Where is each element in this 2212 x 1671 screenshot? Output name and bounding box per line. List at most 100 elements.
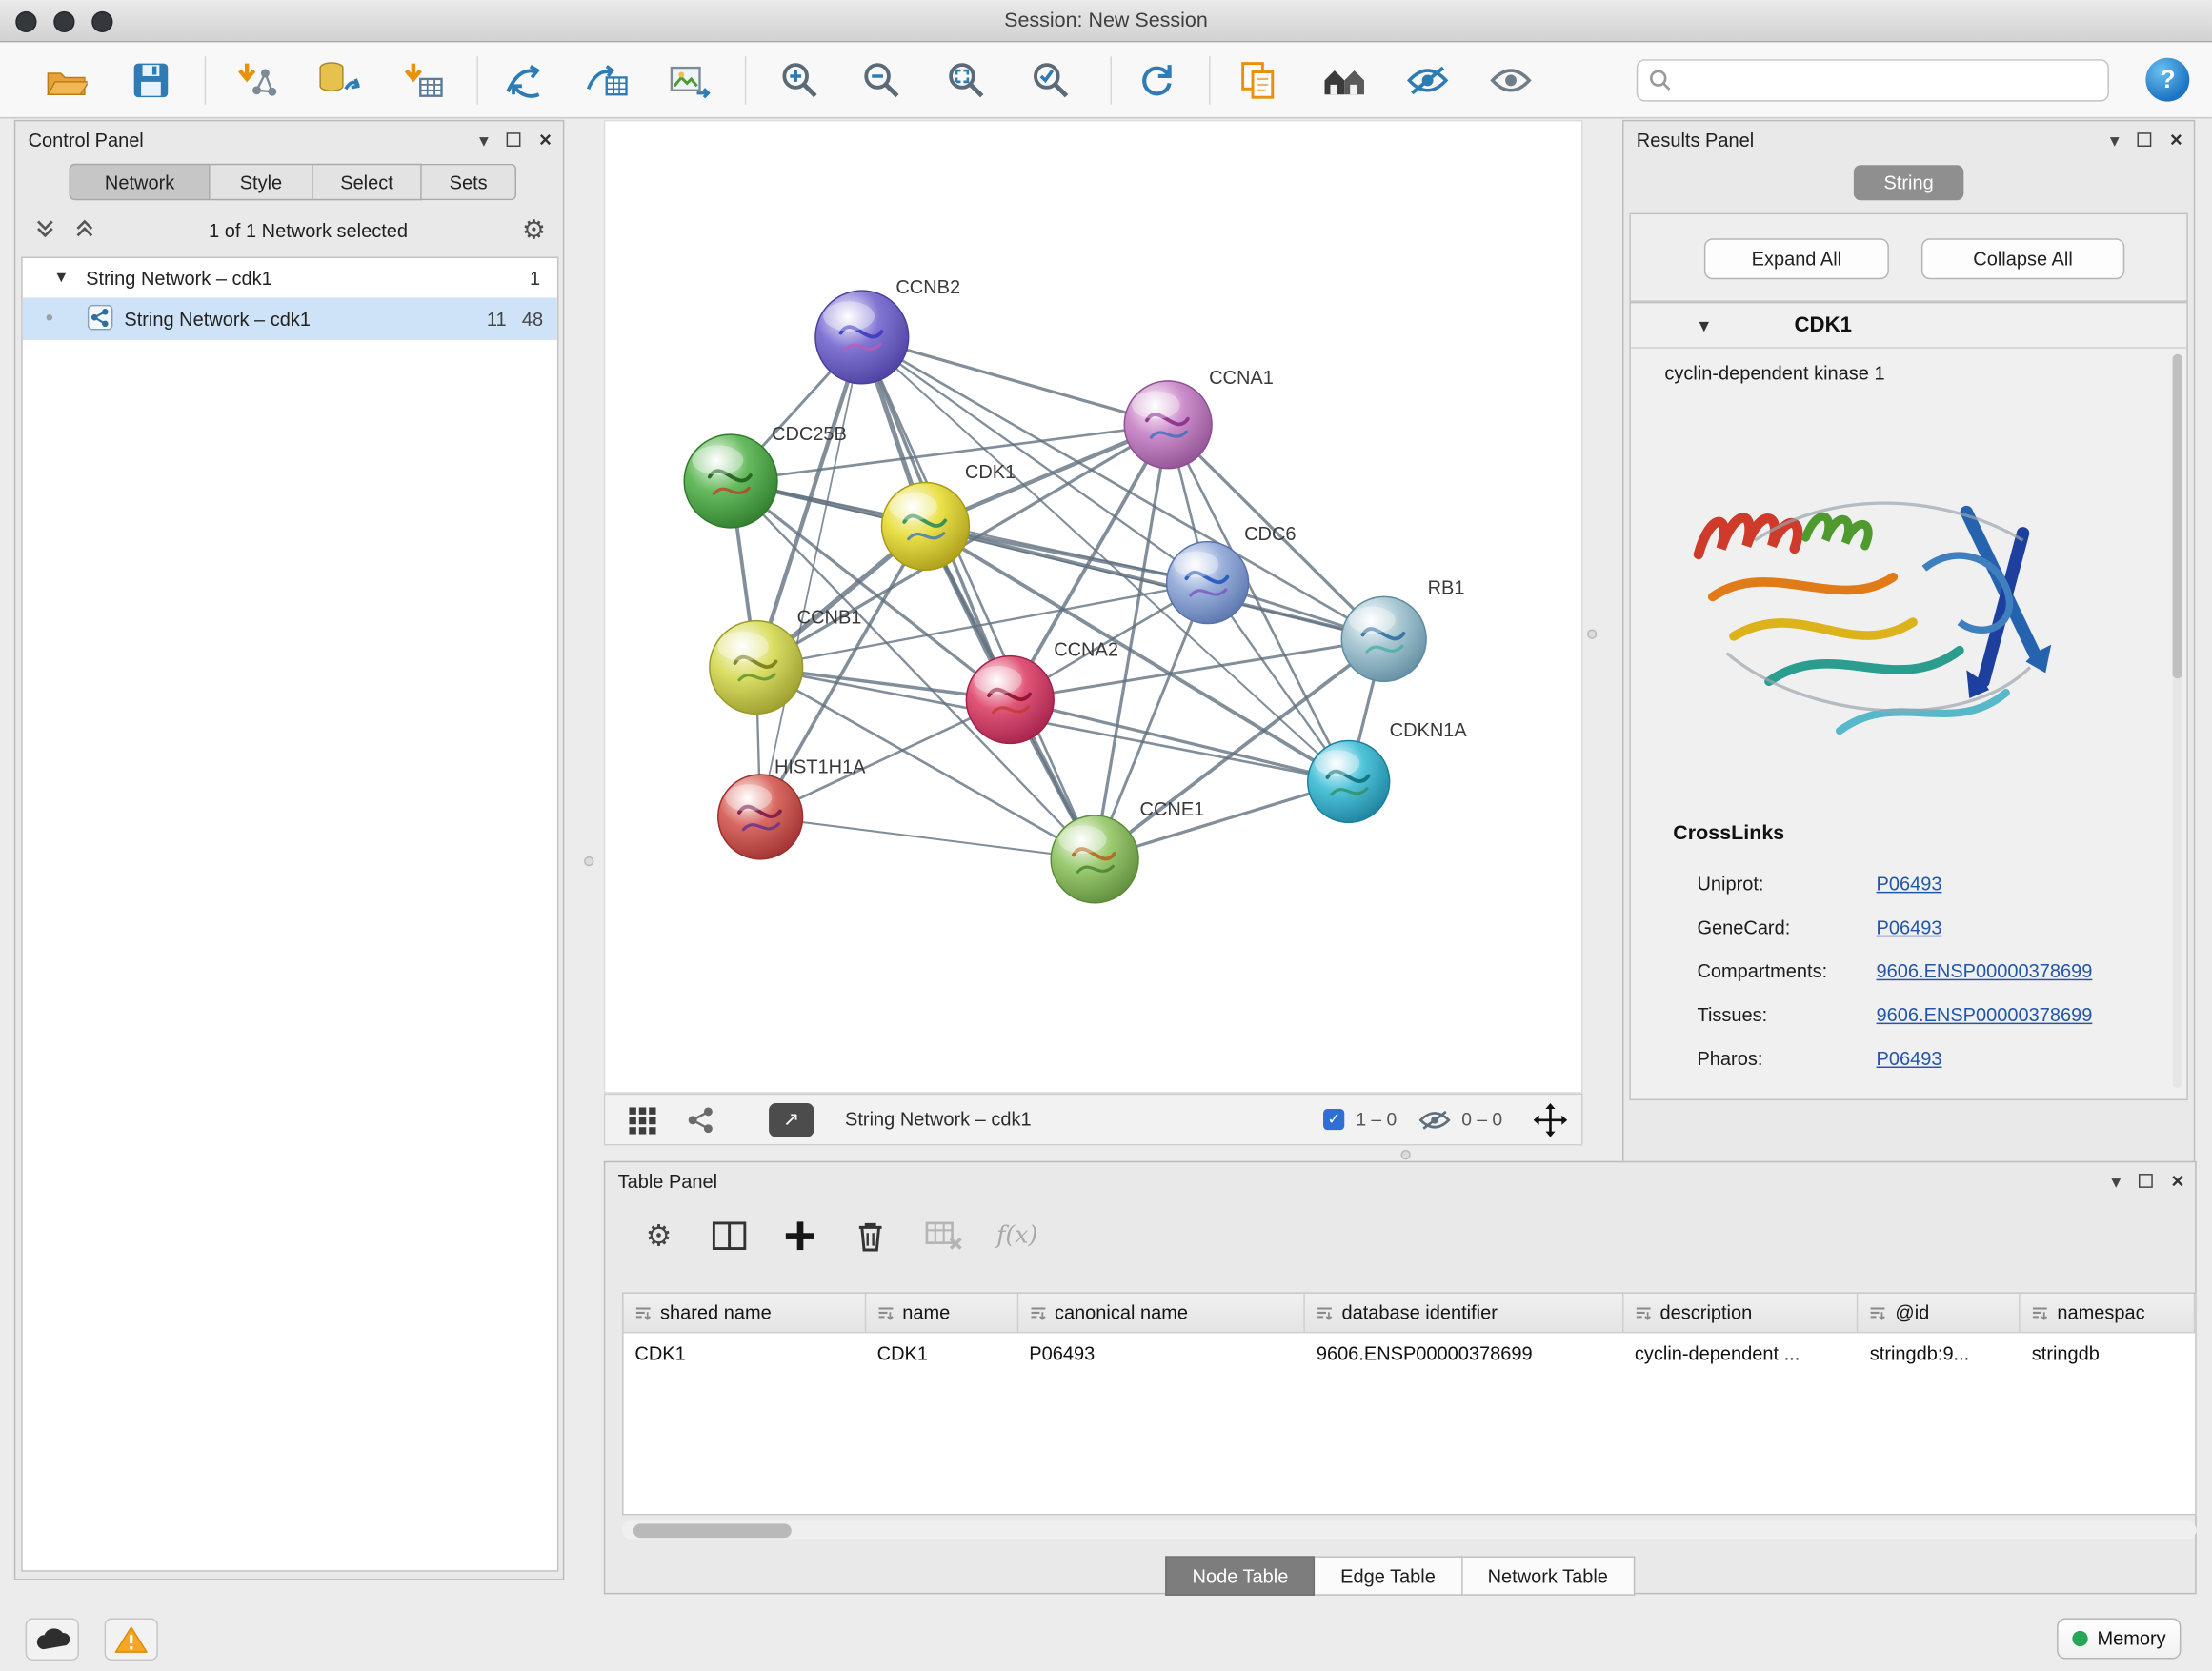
panel-float-icon[interactable] xyxy=(2138,132,2152,147)
node-CDC25B[interactable] xyxy=(684,434,777,528)
zoom-in-button[interactable] xyxy=(772,55,828,106)
open-session-button[interactable] xyxy=(38,55,94,106)
collapse-all-networks-icon[interactable] xyxy=(35,218,55,242)
table-options-button[interactable]: ⚙ xyxy=(631,1211,687,1261)
panel-menu-icon[interactable]: ▾ xyxy=(479,131,489,149)
panel-close-icon[interactable]: × xyxy=(539,129,552,150)
edge-CCNB2-CCNE1[interactable] xyxy=(862,337,1095,859)
zoom-selected-button[interactable] xyxy=(1023,55,1079,106)
node-CDC6[interactable] xyxy=(1167,542,1249,624)
network-row-selected[interactable]: ● String Network – cdk1 11 48 xyxy=(23,297,557,339)
zoom-fit-button[interactable] xyxy=(938,55,995,106)
home-button[interactable] xyxy=(1317,55,1373,106)
panel-float-icon[interactable] xyxy=(2139,1174,2153,1188)
tab-sets[interactable]: Sets xyxy=(422,164,516,201)
network-graph[interactable]: CCNB2CCNA1CDC25BCDK1CDC6RB1CCNB1CCNA2CDK… xyxy=(605,121,1581,1092)
delete-table-button[interactable] xyxy=(915,1211,972,1261)
pan-crosshair-icon[interactable] xyxy=(1534,1102,1568,1137)
selected-items-checkbox[interactable]: ✓ xyxy=(1323,1109,1344,1130)
crosslink-value-link[interactable]: 9606.ENSP00000378699 xyxy=(1877,960,2093,981)
show-all-button[interactable] xyxy=(1482,55,1538,106)
detach-view-button[interactable]: ↗ xyxy=(769,1102,814,1137)
tab-select[interactable]: Select xyxy=(313,164,422,201)
network-options-gear-icon[interactable]: ⚙ xyxy=(522,216,546,243)
node-CDKN1A[interactable] xyxy=(1308,740,1390,822)
node-RB1[interactable] xyxy=(1341,596,1426,681)
edge-CCNB2-HIST1H1A[interactable] xyxy=(760,337,862,816)
panel-close-icon[interactable]: × xyxy=(2170,129,2182,150)
save-session-button[interactable] xyxy=(123,55,179,106)
grid-view-button[interactable] xyxy=(622,1101,661,1138)
show-columns-button[interactable] xyxy=(701,1211,757,1261)
node-HIST1H1A[interactable] xyxy=(718,775,803,859)
column-header-canonical-name[interactable]: canonical name xyxy=(1017,1294,1305,1332)
birdseye-view-button[interactable] xyxy=(681,1101,720,1138)
function-builder-button[interactable]: f(x) xyxy=(989,1211,1045,1261)
zoom-out-button[interactable] xyxy=(854,55,910,106)
right-splitter-handle[interactable] xyxy=(1587,629,1597,638)
memory-button[interactable]: Memory xyxy=(2057,1619,2181,1660)
export-image-button[interactable] xyxy=(662,55,718,106)
import-network-database-button[interactable] xyxy=(311,55,367,106)
delete-column-button[interactable] xyxy=(842,1211,898,1261)
refresh-button[interactable] xyxy=(1129,55,1185,106)
tab-edge-table[interactable]: Edge Table xyxy=(1315,1556,1461,1595)
cdk1-section-header[interactable]: ▼ CDK1 xyxy=(1631,303,2186,348)
hide-selected-button[interactable] xyxy=(1399,55,1456,106)
table-horizontal-scrollbar[interactable] xyxy=(622,1520,2197,1539)
collection-collapse-icon[interactable]: ▼ xyxy=(53,270,69,287)
left-splitter-handle[interactable] xyxy=(584,856,593,866)
tab-network[interactable]: Network xyxy=(70,164,211,201)
column-header--id[interactable]: @id xyxy=(1859,1294,2021,1332)
node-CCNA2[interactable] xyxy=(966,656,1054,744)
warnings-button[interactable] xyxy=(105,1619,158,1661)
tab-style[interactable]: Style xyxy=(211,164,313,201)
crosslink-value-link[interactable]: 9606.ENSP00000378699 xyxy=(1877,1004,2093,1025)
edge-CCNA2-CDKN1A[interactable] xyxy=(1010,700,1348,782)
results-scrollbar[interactable] xyxy=(2173,354,2182,1088)
table-cell: CDK1 xyxy=(866,1333,1018,1372)
crosslink-value-link[interactable]: P06493 xyxy=(1877,917,1942,938)
new-network-table-button[interactable] xyxy=(578,55,634,106)
column-header-description[interactable]: description xyxy=(1623,1294,1859,1332)
crosslink-label: Pharos: xyxy=(1697,1048,1876,1069)
crosslink-value-link[interactable]: P06493 xyxy=(1877,1048,1942,1069)
tab-string[interactable]: String xyxy=(1854,165,1964,200)
edge-HIST1H1A-CCNE1[interactable] xyxy=(760,816,1095,858)
network-collection-row[interactable]: ▼ String Network – cdk1 1 xyxy=(23,258,557,297)
column-header-name[interactable]: name xyxy=(866,1294,1018,1332)
cloud-button[interactable] xyxy=(26,1619,79,1661)
column-header-database-identifier[interactable]: database identifier xyxy=(1305,1294,1623,1332)
import-table-file-button[interactable] xyxy=(395,55,452,106)
panel-menu-icon[interactable]: ▾ xyxy=(2110,131,2120,149)
column-header-shared-name[interactable]: shared name xyxy=(624,1294,866,1332)
help-button[interactable]: ? xyxy=(2145,58,2189,102)
node-CCNB1[interactable] xyxy=(710,621,803,715)
panel-close-icon[interactable]: × xyxy=(2171,1170,2183,1191)
expand-all-button[interactable]: Expand All xyxy=(1704,238,1889,279)
new-network-from-selection-button[interactable] xyxy=(495,55,552,106)
panel-menu-icon[interactable]: ▾ xyxy=(2111,1172,2121,1190)
import-network-file-button[interactable] xyxy=(229,55,285,106)
copy-document-button[interactable] xyxy=(1230,55,1286,106)
bottom-splitter-handle[interactable] xyxy=(1400,1150,1410,1159)
search-input[interactable] xyxy=(1680,62,2108,99)
expand-all-networks-icon[interactable] xyxy=(74,218,94,242)
crosslink-value-link[interactable]: P06493 xyxy=(1877,874,1942,895)
tab-node-table[interactable]: Node Table xyxy=(1165,1556,1315,1595)
node-CDK1[interactable] xyxy=(882,482,970,570)
scrollbar-thumb[interactable] xyxy=(633,1523,792,1538)
node-CCNE1[interactable] xyxy=(1051,815,1138,903)
tab-network-table[interactable]: Network Table xyxy=(1462,1556,1635,1595)
panel-float-icon[interactable] xyxy=(507,132,521,147)
network-view-canvas[interactable]: CCNB2CCNA1CDC25BCDK1CDC6RB1CCNB1CCNA2CDK… xyxy=(604,120,1583,1094)
node-CCNA1[interactable] xyxy=(1124,381,1212,469)
node-CCNB2[interactable] xyxy=(815,291,909,384)
collapse-all-button[interactable]: Collapse All xyxy=(1921,238,2124,279)
add-column-button[interactable] xyxy=(772,1211,828,1261)
column-header-namespac[interactable]: namespac xyxy=(2021,1294,2195,1332)
column-sort-icon xyxy=(877,1304,895,1321)
section-collapse-icon[interactable]: ▼ xyxy=(1696,315,1713,335)
edge-CCNB2-CCNA1[interactable] xyxy=(862,337,1168,425)
table-row[interactable]: CDK1CDK1P064939606.ENSP00000378699cyclin… xyxy=(624,1333,2196,1372)
